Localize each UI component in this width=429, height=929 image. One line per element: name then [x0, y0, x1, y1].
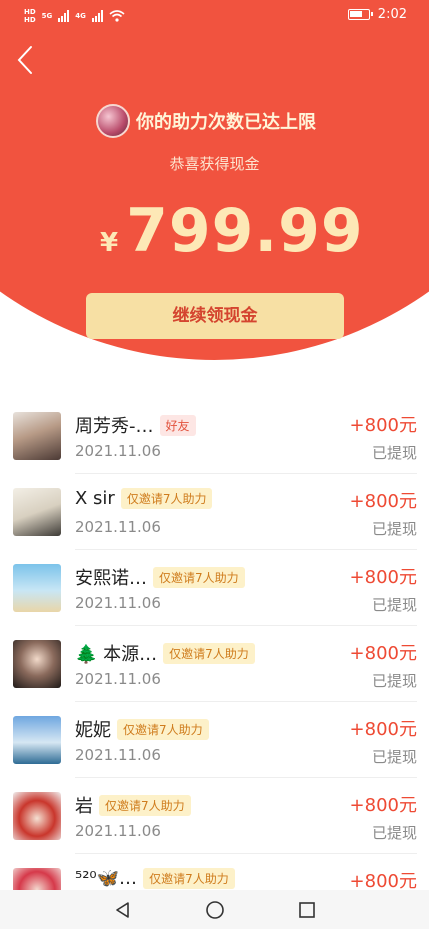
status-bar: HD HD 5G 4G 2:02	[0, 0, 429, 34]
hd-tag-1: HD	[24, 8, 36, 16]
friend-name: 周芳秀-…	[75, 416, 154, 437]
withdraw-status: 已提现	[371, 672, 417, 690]
record-row[interactable]: 安熙诺… 仅邀请7人助力 2021.11.06 +800元 已提现	[0, 550, 429, 626]
name-line: 安熙诺… 仅邀请7人助力	[75, 564, 245, 590]
name-line: ⁵²⁰🦋… 仅邀请7人助力	[75, 868, 235, 889]
signal-icon	[58, 10, 70, 22]
name-line: X sir 仅邀请7人助力	[75, 488, 213, 509]
circle-home-icon	[205, 900, 224, 919]
reward-amount: +800元	[349, 719, 417, 740]
status-left: HD HD 5G 4G	[24, 8, 125, 24]
withdraw-status: 已提现	[371, 748, 417, 766]
friend-name: ⁵²⁰🦋…	[75, 868, 138, 889]
name-line: 岩 仅邀请7人助力	[75, 792, 191, 818]
headline: 你的助力次数已达上限	[96, 104, 316, 138]
status-right: 2:02	[347, 7, 407, 22]
reward-amount: +800元	[349, 643, 417, 664]
withdraw-status: 已提现	[371, 596, 417, 614]
net-4g-label: 4G	[75, 12, 86, 20]
friend-avatar	[13, 640, 61, 688]
square-recents-icon	[298, 901, 315, 918]
friend-tag: 仅邀请7人助力	[143, 868, 235, 889]
record-date: 2021.11.06	[75, 670, 161, 688]
nav-home-button[interactable]	[204, 899, 226, 921]
record-date: 2021.11.06	[75, 518, 161, 536]
reward-amount: +800元	[349, 567, 417, 588]
record-row[interactable]: X sir 仅邀请7人助力 2021.11.06 +800元 已提现	[0, 474, 429, 550]
friend-avatar	[13, 412, 61, 460]
name-line: 周芳秀-… 好友	[75, 412, 196, 438]
amount-value: 799.99	[126, 196, 364, 266]
record-row[interactable]: 岩 仅邀请7人助力 2021.11.06 +800元 已提现	[0, 778, 429, 854]
friend-name: 妮妮	[75, 720, 111, 741]
friend-avatar	[13, 564, 61, 612]
reward-amount: +800元	[349, 795, 417, 816]
record-date: 2021.11.06	[75, 594, 161, 612]
withdraw-status: 已提现	[371, 444, 417, 462]
friend-tag: 仅邀请7人助力	[99, 794, 191, 816]
hero-banner: HD HD 5G 4G 2:02 你的助力次数已达上限 恭喜获得现金 ¥ 799…	[0, 0, 429, 400]
record-date: 2021.11.06	[75, 442, 161, 460]
name-line: 🌲 本源… 仅邀请7人助力	[75, 640, 255, 666]
withdraw-status: 已提现	[371, 824, 417, 842]
record-row[interactable]: 🌲 本源… 仅邀请7人助力 2021.11.06 +800元 已提现	[0, 626, 429, 702]
reward-amount: +800元	[349, 415, 417, 436]
triangle-back-icon	[115, 901, 129, 918]
hd-tag-2: HD	[24, 16, 36, 24]
friend-name: X sir	[75, 488, 115, 509]
battery-icon	[347, 9, 373, 20]
friend-tag: 仅邀请7人助力	[163, 642, 255, 664]
friend-avatar	[13, 488, 61, 536]
chevron-left-icon	[17, 46, 32, 74]
signal-icon-2	[91, 10, 103, 22]
friend-tag: 仅邀请7人助力	[153, 566, 245, 588]
record-row[interactable]: 周芳秀-… 好友 2021.11.06 +800元 已提现	[0, 398, 429, 474]
friend-tag: 仅邀请7人助力	[120, 488, 213, 509]
subtitle: 恭喜获得现金	[169, 155, 260, 173]
cash-amount: ¥ 799.99	[100, 196, 364, 266]
wifi-icon	[109, 10, 125, 22]
back-button[interactable]	[14, 44, 44, 76]
friend-tag: 好友	[159, 414, 196, 436]
clock: 2:02	[377, 7, 407, 22]
withdraw-status: 已提现	[371, 520, 417, 538]
name-line: 妮妮 仅邀请7人助力	[75, 716, 209, 742]
reward-amount: +800元	[349, 491, 417, 512]
user-avatar	[96, 104, 130, 138]
currency-symbol: ¥	[100, 228, 119, 258]
hd-tags: HD HD	[24, 8, 36, 24]
records-list: 周芳秀-… 好友 2021.11.06 +800元 已提现 X sir 仅邀请7…	[0, 398, 429, 929]
friend-name: 安熙诺…	[75, 568, 147, 589]
net-5g-label: 5G	[41, 12, 53, 20]
friend-tag: 仅邀请7人助力	[117, 718, 209, 740]
record-row[interactable]: 妮妮 仅邀请7人助力 2021.11.06 +800元 已提现	[0, 702, 429, 778]
nav-recents-button[interactable]	[296, 899, 318, 921]
headline-text: 你的助力次数已达上限	[136, 112, 316, 133]
friend-name: 岩	[75, 796, 93, 817]
system-nav-bar	[0, 890, 429, 929]
record-date: 2021.11.06	[75, 822, 161, 840]
friend-name: 🌲 本源…	[75, 644, 158, 665]
continue-cash-button[interactable]: 继续领现金	[86, 293, 344, 339]
friend-avatar	[13, 792, 61, 840]
friend-avatar	[13, 716, 61, 764]
record-date: 2021.11.06	[75, 746, 161, 764]
nav-back-button[interactable]	[112, 899, 134, 921]
